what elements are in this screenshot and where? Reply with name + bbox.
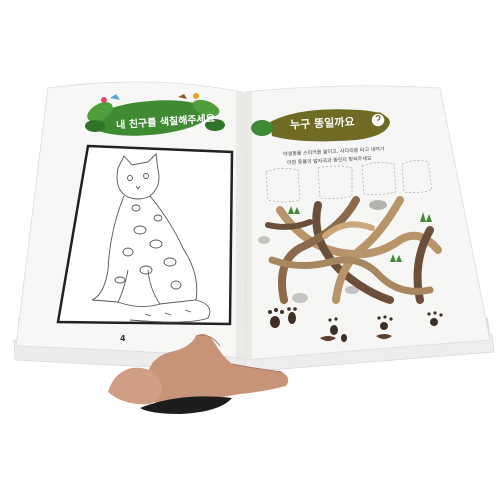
left-page-number: 4 [120,334,126,343]
right-page-title: 누구 똥일까요 [289,115,355,132]
coloring-frame [56,144,234,326]
photo-scene [13,81,495,414]
book-spine [236,92,252,360]
